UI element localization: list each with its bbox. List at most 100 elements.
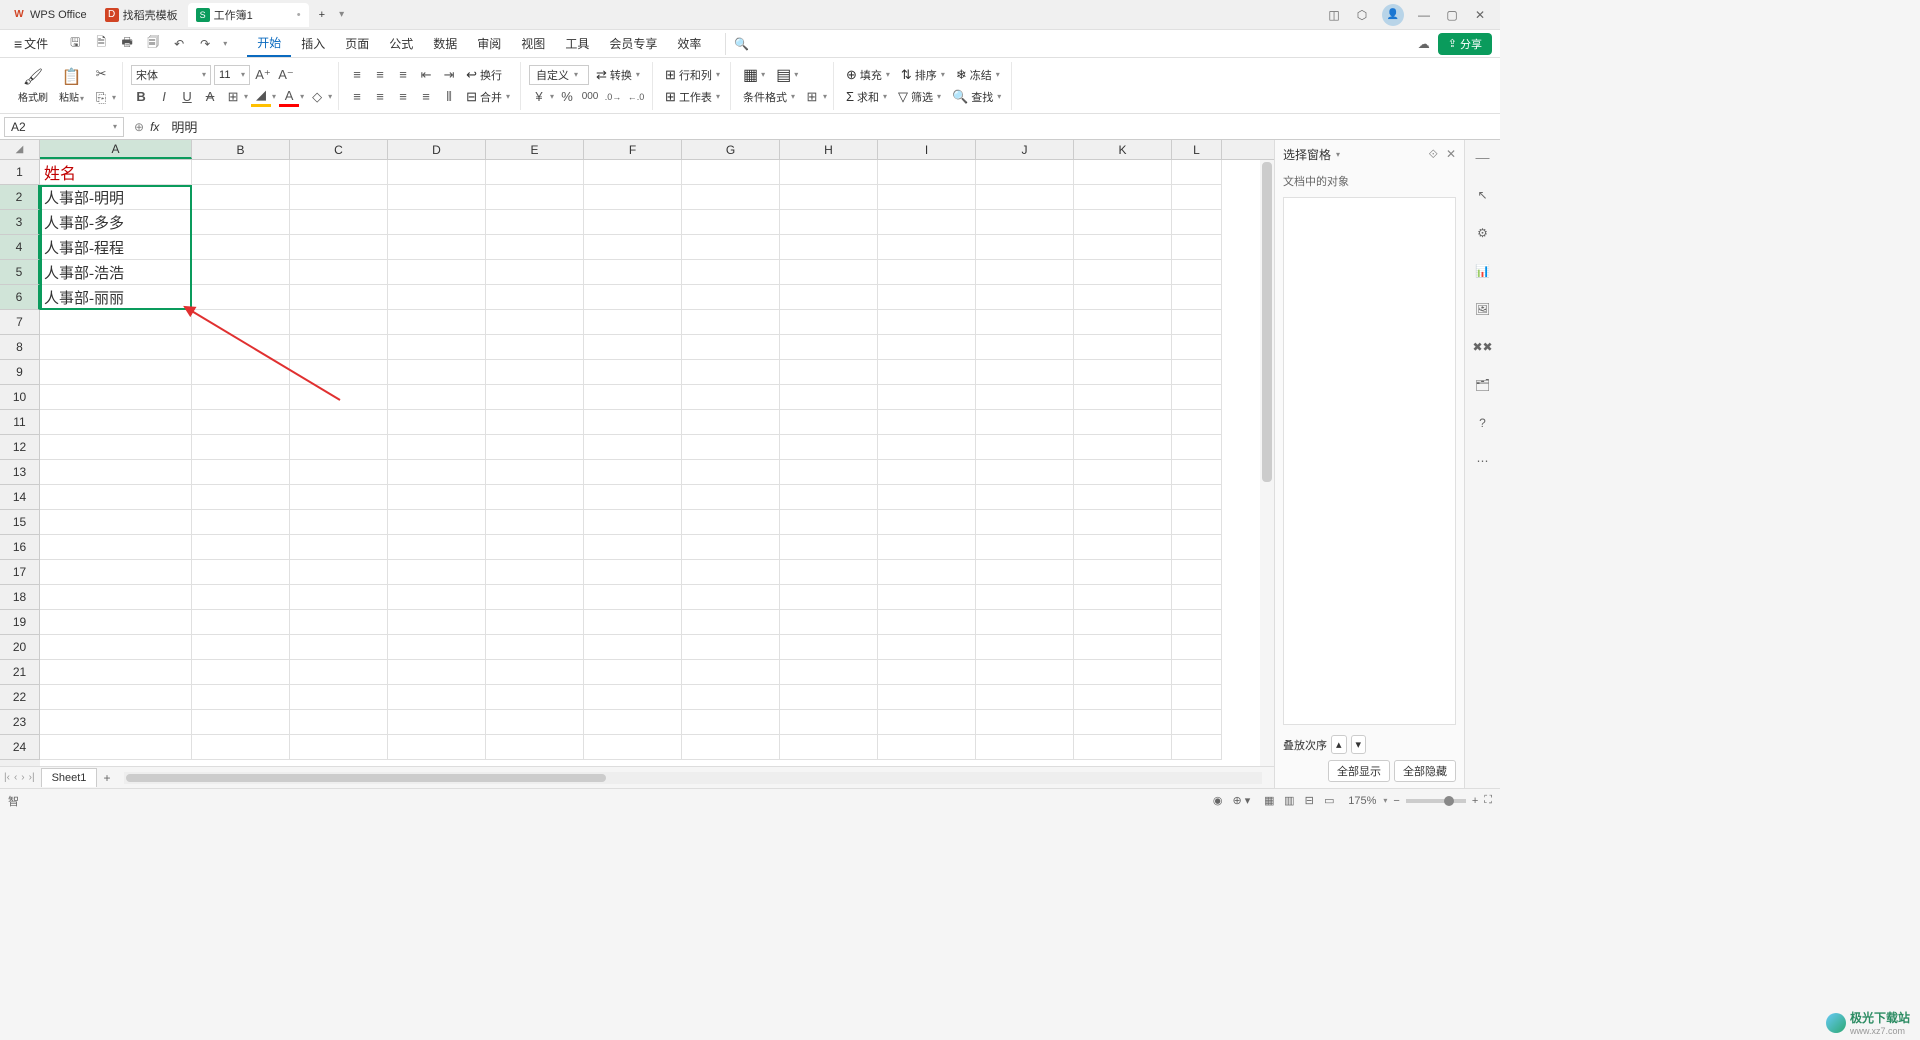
number-format-select[interactable]: 自定义▾ — [529, 65, 589, 85]
row-header-4[interactable]: 4 — [0, 235, 40, 260]
maximize-button[interactable]: ▢ — [1444, 7, 1460, 23]
row-header-20[interactable]: 20 — [0, 635, 40, 660]
col-header-H[interactable]: H — [780, 140, 878, 159]
cell-I24[interactable] — [878, 735, 976, 760]
cell-A20[interactable] — [40, 635, 192, 660]
expand-formula-icon[interactable]: ⊕ — [134, 120, 144, 134]
cell-C6[interactable] — [290, 285, 388, 310]
cell-I9[interactable] — [878, 360, 976, 385]
app-tab-template[interactable]: D 找稻壳模板 — [97, 3, 186, 27]
cell-C4[interactable] — [290, 235, 388, 260]
cell-C7[interactable] — [290, 310, 388, 335]
cell-L9[interactable] — [1172, 360, 1222, 385]
cell-L22[interactable] — [1172, 685, 1222, 710]
cell-E24[interactable] — [486, 735, 584, 760]
cell-B20[interactable] — [192, 635, 290, 660]
page-layout-icon[interactable]: ▥ — [1280, 793, 1298, 809]
col-header-L[interactable]: L — [1172, 140, 1222, 159]
cell-C3[interactable] — [290, 210, 388, 235]
cell-J9[interactable] — [976, 360, 1074, 385]
cell-E15[interactable] — [486, 510, 584, 535]
cloud-sync-icon[interactable]: ☁ — [1418, 37, 1430, 51]
cell-J20[interactable] — [976, 635, 1074, 660]
cell-E23[interactable] — [486, 710, 584, 735]
cell-B23[interactable] — [192, 710, 290, 735]
cell-F21[interactable] — [584, 660, 682, 685]
share-button[interactable]: ⇪ 分享 — [1438, 33, 1492, 55]
cell-C17[interactable] — [290, 560, 388, 585]
cell-J1[interactable] — [976, 160, 1074, 185]
cell-A14[interactable] — [40, 485, 192, 510]
cell-L18[interactable] — [1172, 585, 1222, 610]
cell-I8[interactable] — [878, 335, 976, 360]
menu-tab-member[interactable]: 会员专享 — [599, 31, 667, 56]
cell-G16[interactable] — [682, 535, 780, 560]
cell-B14[interactable] — [192, 485, 290, 510]
cell-F3[interactable] — [584, 210, 682, 235]
reading-view-icon[interactable]: ▭ — [1320, 793, 1338, 809]
cell-I18[interactable] — [878, 585, 976, 610]
cell-A24[interactable] — [40, 735, 192, 760]
cell-F12[interactable] — [584, 435, 682, 460]
cell-G1[interactable] — [682, 160, 780, 185]
cell-C15[interactable] — [290, 510, 388, 535]
cell-I15[interactable] — [878, 510, 976, 535]
cut-icon[interactable]: ✂ — [91, 64, 111, 84]
cell-D3[interactable] — [388, 210, 486, 235]
cell-I2[interactable] — [878, 185, 976, 210]
cell-F11[interactable] — [584, 410, 682, 435]
cell-E7[interactable] — [486, 310, 584, 335]
qa-dropdown[interactable]: ▾ — [223, 39, 227, 48]
cell-D2[interactable] — [388, 185, 486, 210]
cell-G13[interactable] — [682, 460, 780, 485]
fx-icon[interactable]: fx — [150, 120, 159, 134]
row-header-23[interactable]: 23 — [0, 710, 40, 735]
cell-H11[interactable] — [780, 410, 878, 435]
cell-E2[interactable] — [486, 185, 584, 210]
cell-A19[interactable] — [40, 610, 192, 635]
cell-I17[interactable] — [878, 560, 976, 585]
underline-button[interactable]: U — [177, 87, 197, 107]
add-sheet-button[interactable]: + — [97, 768, 116, 788]
cell-L15[interactable] — [1172, 510, 1222, 535]
sheet-nav-next[interactable]: › — [21, 772, 24, 783]
strikethrough-button[interactable]: A — [200, 87, 220, 107]
cells-area[interactable]: 人事部-丽丽人事部-浩浩人事部-程程人事部-多多人事部-明明姓名 — [40, 160, 1230, 766]
name-box[interactable]: A2 ▾ — [4, 117, 124, 137]
formula-input[interactable]: 明明 — [165, 115, 1500, 138]
stack-up-button[interactable]: ▴ — [1331, 735, 1347, 754]
sort-button[interactable]: ⇅排序▾ — [897, 65, 949, 85]
cell-E12[interactable] — [486, 435, 584, 460]
hide-all-button[interactable]: 全部隐藏 — [1394, 760, 1456, 782]
file-menu[interactable]: ≡ 文件 — [8, 33, 54, 54]
col-header-B[interactable]: B — [192, 140, 290, 159]
cell-H8[interactable] — [780, 335, 878, 360]
cell-G14[interactable] — [682, 485, 780, 510]
cell-D7[interactable] — [388, 310, 486, 335]
paste-button[interactable]: 📋 粘贴▾ — [55, 64, 88, 108]
close-panel-icon[interactable]: ✕ — [1446, 147, 1456, 162]
cell-H24[interactable] — [780, 735, 878, 760]
cell-D21[interactable] — [388, 660, 486, 685]
cell-K23[interactable] — [1074, 710, 1172, 735]
row-header-15[interactable]: 15 — [0, 510, 40, 535]
increase-font-icon[interactable]: A⁺ — [253, 65, 273, 85]
cell-C19[interactable] — [290, 610, 388, 635]
cell-H2[interactable] — [780, 185, 878, 210]
rows-cols-button[interactable]: ⊞ 行和列▾ — [661, 65, 724, 85]
cell-L7[interactable] — [1172, 310, 1222, 335]
col-header-K[interactable]: K — [1074, 140, 1172, 159]
cell-A4[interactable]: 人事部-程程 — [40, 235, 192, 260]
window-layout-icon[interactable]: ◫ — [1326, 7, 1342, 23]
cell-H9[interactable] — [780, 360, 878, 385]
panel-dropdown[interactable]: ▾ — [1336, 150, 1340, 159]
cell-D18[interactable] — [388, 585, 486, 610]
cell-E17[interactable] — [486, 560, 584, 585]
distribute-icon[interactable]: ⫴ — [439, 87, 459, 107]
cell-J23[interactable] — [976, 710, 1074, 735]
cell-L16[interactable] — [1172, 535, 1222, 560]
cell-B3[interactable] — [192, 210, 290, 235]
zoom-dropdown[interactable]: ▾ — [1383, 796, 1387, 805]
cell-F20[interactable] — [584, 635, 682, 660]
cell-E9[interactable] — [486, 360, 584, 385]
